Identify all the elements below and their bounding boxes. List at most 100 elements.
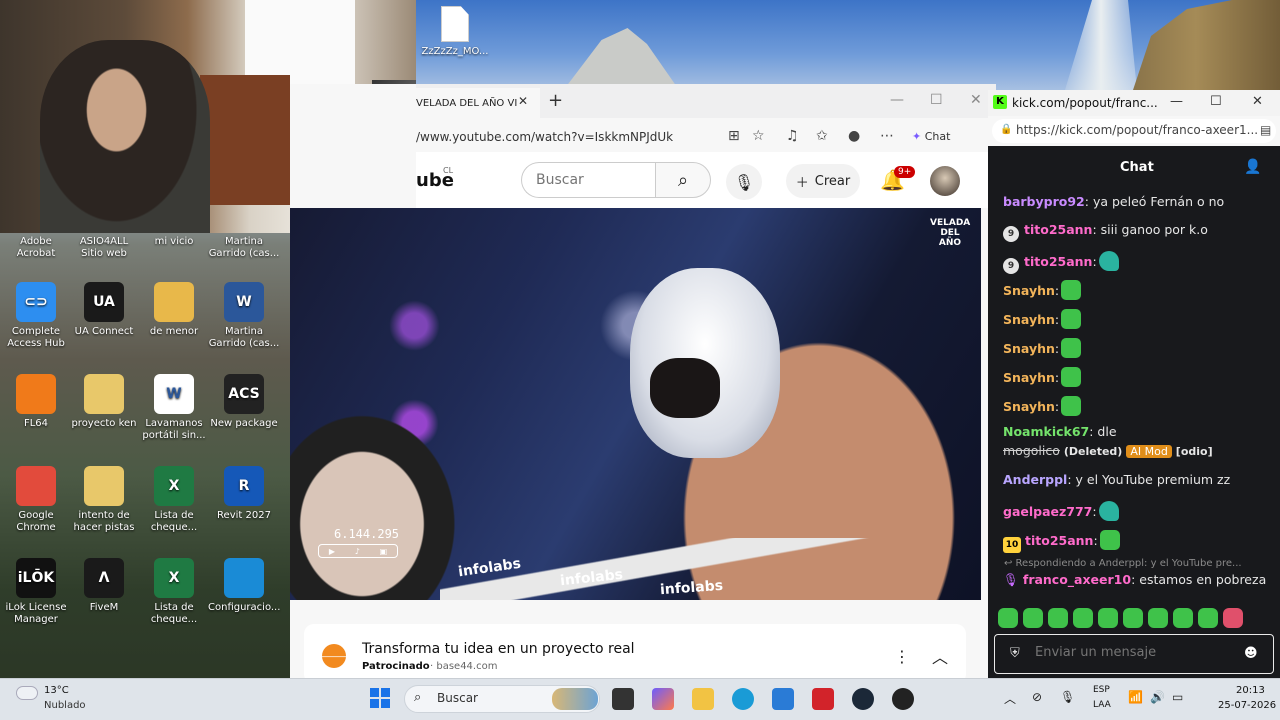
emote-icon[interactable] <box>1073 608 1093 628</box>
wifi-icon[interactable]: 📶 <box>1128 690 1143 704</box>
desktop-icon[interactable]: mi vicio <box>138 236 210 248</box>
cloud-icon[interactable] <box>16 686 38 700</box>
users-icon[interactable]: 👤 <box>1244 159 1261 175</box>
chat-input-box[interactable] <box>994 634 1274 674</box>
shield-icon[interactable]: ⛨ <box>1010 646 1020 661</box>
chat-username[interactable]: Snayhn <box>1003 312 1055 327</box>
search-button[interactable]: ⌕ <box>655 162 711 198</box>
chat-username[interactable]: Snayhn <box>1003 341 1055 356</box>
desktop-icon[interactable]: Configuracio... <box>208 558 280 614</box>
keyboard-layout-indicator[interactable]: LAA <box>1093 700 1111 710</box>
close-tab-icon[interactable]: ✕ <box>518 94 528 108</box>
kick-url[interactable]: https://kick.com/popout/franco-axeer1... <box>1016 123 1258 137</box>
windows-start-icon[interactable] <box>370 688 390 708</box>
profile-icon[interactable]: ● <box>848 128 860 144</box>
chat-username[interactable]: gaelpaez777 <box>1003 504 1092 519</box>
chat-username[interactable]: franco_axeer10 <box>1023 572 1131 587</box>
minimize-icon[interactable]: — <box>890 92 904 108</box>
desktop-icon[interactable]: proyecto ken <box>68 374 140 430</box>
desktop-icon[interactable]: R Revit 2027 <box>208 466 280 522</box>
emote-icon[interactable] <box>1223 608 1243 628</box>
desktop-icon[interactable]: intento de hacer pistas <box>68 466 140 534</box>
emote-icon[interactable] <box>1023 608 1043 628</box>
emote-icon[interactable] <box>1173 608 1193 628</box>
desktop-icon[interactable]: Google Chrome <box>0 466 72 534</box>
terminal-icon[interactable] <box>612 688 634 710</box>
chat-username[interactable]: Snayhn <box>1003 283 1055 298</box>
reader-view-icon[interactable]: ▤ <box>1260 123 1271 137</box>
desktop-icon[interactable]: ASIO4ALL Sitio web <box>68 236 140 260</box>
clock-time[interactable]: 20:13 <box>1236 685 1265 696</box>
desktop-icon[interactable]: FL64 <box>0 374 72 430</box>
desktop-icon[interactable]: X Lista de cheque... <box>138 558 210 626</box>
desktop-icon[interactable]: Martina Garrido (cas... <box>208 236 280 260</box>
new-tab-button[interactable]: + <box>548 90 563 111</box>
weather-description[interactable]: Nublado <box>44 700 86 711</box>
file-explorer-icon[interactable] <box>692 688 714 710</box>
network-off-icon[interactable]: ⊘ <box>1032 690 1042 704</box>
more-options-icon[interactable]: ⋯ <box>880 128 894 144</box>
copilot-chat-button[interactable]: ✦ Chat <box>912 130 950 143</box>
language-indicator[interactable]: ESP <box>1093 685 1110 695</box>
emote-icon[interactable] <box>1123 608 1143 628</box>
desktop-icon[interactable]: ⊂⊃ Complete Access Hub <box>0 282 72 350</box>
volume-icon[interactable]: 🔊 <box>1150 690 1165 704</box>
emote-icon[interactable] <box>998 608 1018 628</box>
chevron-up-icon[interactable]: ︿ <box>1004 690 1016 707</box>
microphone-icon[interactable]: 🎙 <box>1060 690 1075 704</box>
create-button[interactable]: ＋ Crear <box>786 164 860 198</box>
weather-temperature[interactable]: 13°C <box>44 685 69 696</box>
avatar[interactable] <box>930 166 960 196</box>
more-vertical-icon[interactable]: ⋮ <box>894 647 910 666</box>
app-available-icon[interactable]: ⊞ <box>728 128 740 144</box>
chat-username[interactable]: Anderppl <box>1003 472 1067 487</box>
desktop-icon[interactable]: ACS New package <box>208 374 280 430</box>
ad-title[interactable]: Transforma tu idea en un proyecto real <box>362 641 635 657</box>
minimize-icon[interactable]: — <box>1170 94 1183 109</box>
voice-search-button[interactable]: 🎙 <box>726 164 762 200</box>
desktop-file[interactable]: ZzZzZz_MO... <box>420 6 490 57</box>
close-window-icon[interactable]: ✕ <box>970 92 982 108</box>
maximize-icon[interactable]: ☐ <box>1210 94 1222 109</box>
youtube-search-input[interactable] <box>522 163 652 197</box>
l-app-icon[interactable] <box>812 688 834 710</box>
app-icon[interactable] <box>892 688 914 710</box>
maximize-icon[interactable]: ☐ <box>930 92 943 108</box>
favorites-icon[interactable]: ✩ <box>816 128 828 144</box>
store-icon[interactable] <box>772 688 794 710</box>
chat-username[interactable]: Snayhn <box>1003 399 1055 414</box>
chat-username[interactable]: tito25ann <box>1024 254 1092 269</box>
chat-username[interactable]: tito25ann <box>1025 533 1093 548</box>
edge-icon[interactable] <box>732 688 754 710</box>
address-bar[interactable]: /www.youtube.com/watch?v=IskkmNPJdUk <box>416 130 673 144</box>
close-window-icon[interactable]: ✕ <box>1252 94 1263 109</box>
desktop-icon[interactable]: Adobe Acrobat <box>0 236 72 260</box>
video-player[interactable]: VELADA DEL AÑO 6.144.295 ▶ ♪ ▣ infolabs … <box>290 208 981 600</box>
emote-icon[interactable] <box>1098 608 1118 628</box>
chevron-up-icon[interactable]: ︿ <box>932 644 948 668</box>
youtube-search-box[interactable] <box>521 162 655 198</box>
chat-username[interactable]: tito25ann <box>1024 222 1092 237</box>
emote-icon[interactable] <box>1148 608 1168 628</box>
desktop-icon[interactable]: W Lavamanos portátil sin... <box>138 374 210 442</box>
desktop-icon[interactable]: UA UA Connect <box>68 282 140 338</box>
favorite-star-icon[interactable]: ☆ <box>752 128 765 144</box>
desktop-icon[interactable]: iLŌK iLok License Manager <box>0 558 72 626</box>
emote-icon[interactable] <box>1048 608 1068 628</box>
desktop-icon[interactable]: W Martina Garrido (cas... <box>208 282 280 350</box>
chat-message-input[interactable] <box>1035 645 1235 660</box>
chat-username[interactable]: barbypro92 <box>1003 194 1085 209</box>
emote-icon[interactable] <box>1198 608 1218 628</box>
copilot-icon[interactable] <box>652 688 674 710</box>
steam-icon[interactable] <box>852 688 874 710</box>
battery-icon[interactable]: ▭ <box>1172 690 1183 704</box>
chat-username[interactable]: Noamkick67 <box>1003 424 1089 439</box>
desktop-icon[interactable]: X Lista de cheque... <box>138 466 210 534</box>
reply-preview[interactable]: ↩ Respondiendo a Anderppl: y el YouTube … <box>1004 558 1242 569</box>
smiley-icon[interactable]: ☻ <box>1244 646 1258 661</box>
extension-icon[interactable]: ♫ <box>786 128 799 144</box>
chat-username[interactable]: Snayhn <box>1003 370 1055 385</box>
desktop-icon[interactable]: Λ FiveM <box>68 558 140 614</box>
clock-date[interactable]: 25-07-2026 <box>1218 700 1276 711</box>
desktop-icon[interactable]: de menor <box>138 282 210 338</box>
